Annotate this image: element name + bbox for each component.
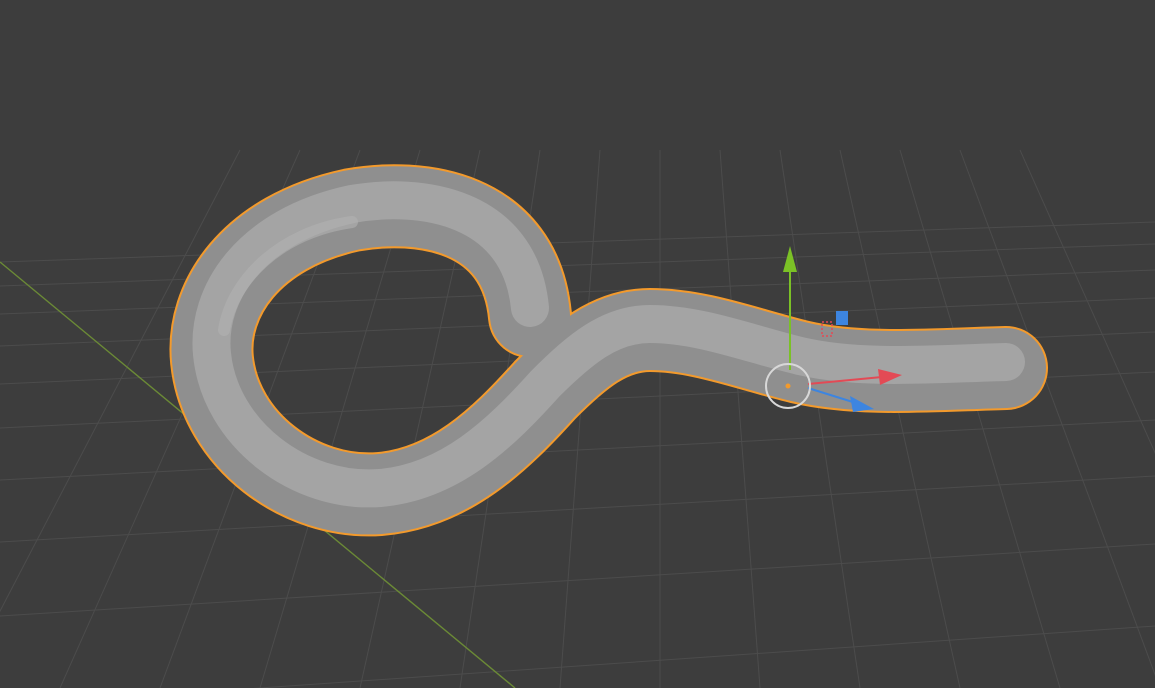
object-origin-icon [785,383,791,389]
yz-plane-handle-icon[interactable] [836,311,848,325]
hook-object[interactable] [169,164,1048,537]
viewport-canvas[interactable] [0,0,1155,688]
floor-grid [0,149,1155,688]
3d-viewport[interactable] [0,0,1155,688]
